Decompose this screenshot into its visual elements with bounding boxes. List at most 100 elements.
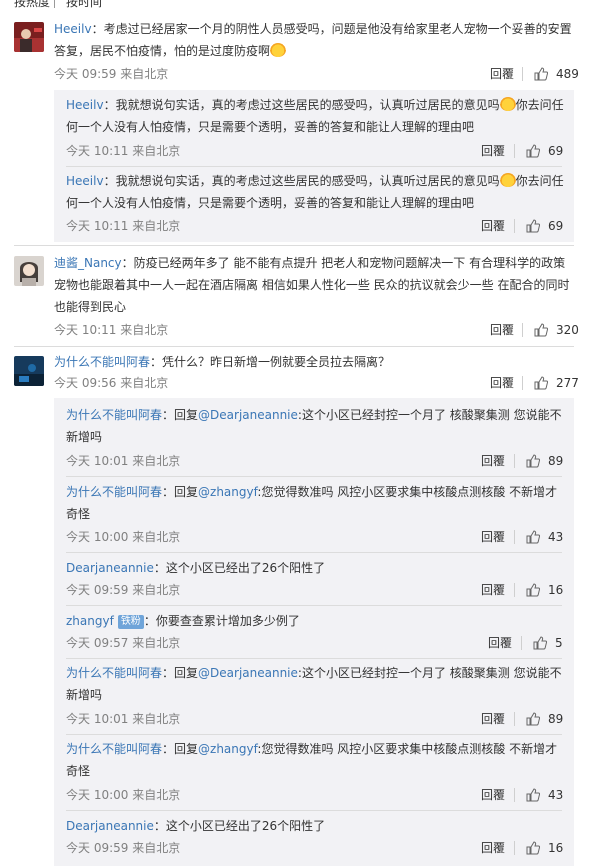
sub-reply-text: 为什么不能叫阿春：回复@zhangyf:您觉得数准吗 风控小区要求集中核酸点测核… — [66, 481, 566, 525]
username-link[interactable]: zhangyf — [66, 614, 114, 628]
like-button[interactable]: 69 — [526, 218, 563, 234]
thumbs-up-icon — [526, 144, 540, 158]
like-button[interactable]: 89 — [526, 711, 563, 727]
like-count: 43 — [548, 788, 564, 802]
sub-reply-text: 为什么不能叫阿春：回复@Dearjaneannie:这个小区已经封控一个月了 核… — [66, 662, 566, 706]
sort-by-time-tab[interactable]: 按时间 — [66, 0, 102, 8]
laughing-emoji-icon — [499, 173, 516, 187]
sub-reply-text: Heeilv：我就想说句实话，真的考虑过这些居民的感受吗，认真听过居民的意见吗 你… — [66, 94, 566, 138]
thumbs-up-icon — [533, 636, 547, 650]
like-button[interactable]: 16 — [526, 582, 563, 598]
reply-timestamp: 今天 10:00 来自北京 — [66, 530, 181, 544]
like-button[interactable]: 16 — [526, 840, 563, 856]
reply-body-line: ：我就想说句实话，真的考虑过这些居民的感受吗，认真听过居民的意见吗 — [103, 174, 500, 188]
like-count: 43 — [548, 530, 564, 544]
like-count: 89 — [548, 454, 564, 468]
username-link[interactable]: Dearjaneannie — [66, 561, 154, 575]
reply-body-line: 何一个人没有人怕疫情，只是需要个透明，妥善的答复和能让人理解的理由吧 — [66, 120, 475, 134]
reply-button[interactable]: 回覆 — [481, 582, 505, 598]
username-link[interactable]: 为什么不能叫阿春 — [66, 742, 162, 756]
mention-link[interactable]: @zhangyf — [198, 485, 257, 499]
like-button[interactable]: 320 — [534, 322, 579, 338]
username-link[interactable]: Dearjaneannie — [66, 819, 154, 833]
reply-button[interactable]: 回覆 — [490, 375, 514, 391]
reply-body-line: 何一个人没有人怕疫情，只是需要个透明，妥善的答复和能让人理解的理由吧 — [66, 196, 475, 210]
username-link[interactable]: 为什么不能叫阿春 — [66, 666, 162, 680]
thumbs-up-icon — [526, 454, 540, 468]
username-link[interactable]: 迪酱_Nancy — [54, 256, 122, 270]
like-button[interactable]: 489 — [534, 66, 579, 82]
reply-body-line: :您觉得数准吗 风控小区要求集中核酸点测核酸 不新增才 — [257, 742, 558, 756]
action-divider — [514, 144, 515, 158]
reply-button[interactable]: 回覆 — [490, 66, 514, 82]
like-count: 489 — [556, 67, 579, 81]
action-divider — [514, 530, 515, 544]
reply-body-line: ：我就想说句实话，真的考虑过这些居民的感受吗，认真听过居民的意见吗 — [103, 98, 500, 112]
like-button[interactable]: 69 — [526, 143, 563, 159]
reply-body-line: 奇怪 — [66, 507, 91, 521]
username-link[interactable]: Heeilv — [66, 174, 104, 188]
reply-divider — [66, 734, 562, 735]
reply-prefix: ：回复 — [162, 742, 199, 756]
mention-link[interactable]: @Dearjaneannie — [198, 408, 298, 422]
like-button[interactable]: 89 — [526, 453, 563, 469]
reply-timestamp: 今天 10:01 来自北京 — [66, 454, 181, 468]
username-link[interactable]: 为什么不能叫阿春 — [66, 485, 162, 499]
reply-timestamp: 今天 09:59 来自北京 — [66, 583, 181, 597]
action-divider — [514, 788, 515, 802]
sub-reply-text: zhangyf 铁粉 ：你要查查累计增加多少例了 — [66, 610, 566, 632]
reply-button[interactable]: 回覆 — [488, 635, 512, 651]
laughing-emoji-icon — [499, 97, 516, 111]
comment-body-line: ：考虑过已经居家一个月的阴性人员感受吗，问题是他没有给家里老人宠物一个妥善的安置 — [91, 22, 572, 36]
like-count: 89 — [548, 712, 564, 726]
thumbs-up-icon — [534, 376, 548, 390]
comment-text: Heeilv：考虑过已经居家一个月的阴性人员感受吗，问题是他没有给家里老人宠物一… — [54, 18, 574, 62]
reply-button[interactable]: 回覆 — [481, 453, 505, 469]
thumbs-up-icon — [526, 788, 540, 802]
like-count: 320 — [556, 323, 579, 337]
like-button[interactable]: 43 — [526, 529, 563, 545]
sort-bar: 按热度 按时间 — [0, 0, 602, 8]
reply-divider — [66, 658, 562, 659]
action-divider — [514, 219, 515, 233]
sub-reply-text: Dearjaneannie：这个小区已经出了26个阳性了 — [66, 557, 566, 579]
reply-button[interactable]: 回覆 — [481, 143, 505, 159]
reply-button[interactable]: 回覆 — [481, 529, 505, 545]
username-link[interactable]: Heeilv — [54, 22, 92, 36]
reply-button[interactable]: 回覆 — [490, 322, 514, 338]
reply-button[interactable]: 回覆 — [481, 711, 505, 727]
reply-timestamp: 今天 10:11 来自北京 — [66, 144, 181, 158]
like-button[interactable]: 277 — [534, 375, 579, 391]
mention-link[interactable]: @zhangyf — [198, 742, 257, 756]
reply-button[interactable]: 回覆 — [481, 218, 505, 234]
comment-divider — [14, 346, 574, 347]
like-count: 69 — [548, 144, 564, 158]
sort-divider — [54, 0, 55, 8]
thumbs-up-icon — [526, 219, 540, 233]
comment-body-line: 宠物也能跟着其中一人一起在酒店隔离 相信如果人性化一些 民众的抗议就会少一些 在… — [54, 278, 570, 292]
sort-by-hot-tab[interactable]: 按热度 — [14, 0, 50, 8]
thumbs-up-icon — [534, 67, 548, 81]
avatar[interactable] — [14, 22, 44, 52]
action-divider — [514, 583, 515, 597]
reply-button[interactable]: 回覆 — [481, 787, 505, 803]
like-count: 277 — [556, 376, 579, 390]
comment-timestamp: 今天 09:56 来自北京 — [54, 376, 169, 390]
username-link[interactable]: Heeilv — [66, 98, 104, 112]
like-button[interactable]: 43 — [526, 787, 563, 803]
reply-divider — [66, 810, 562, 811]
like-button[interactable]: 5 — [533, 635, 563, 651]
like-count: 16 — [548, 841, 564, 855]
username-link[interactable]: 为什么不能叫阿春 — [54, 355, 150, 369]
laughing-emoji-icon — [270, 43, 287, 57]
avatar[interactable] — [14, 356, 44, 386]
reply-body-line: 新增吗 — [66, 430, 103, 444]
reply-button[interactable]: 回覆 — [481, 840, 505, 856]
mention-link[interactable]: @Dearjaneannie — [198, 666, 298, 680]
avatar[interactable] — [14, 256, 44, 286]
username-link[interactable]: 为什么不能叫阿春 — [66, 408, 162, 422]
action-divider — [522, 376, 523, 390]
sub-reply-text: 为什么不能叫阿春：回复@zhangyf:您觉得数准吗 风控小区要求集中核酸点测核… — [66, 738, 566, 782]
reply-divider — [66, 476, 562, 477]
comment-divider — [14, 245, 574, 246]
